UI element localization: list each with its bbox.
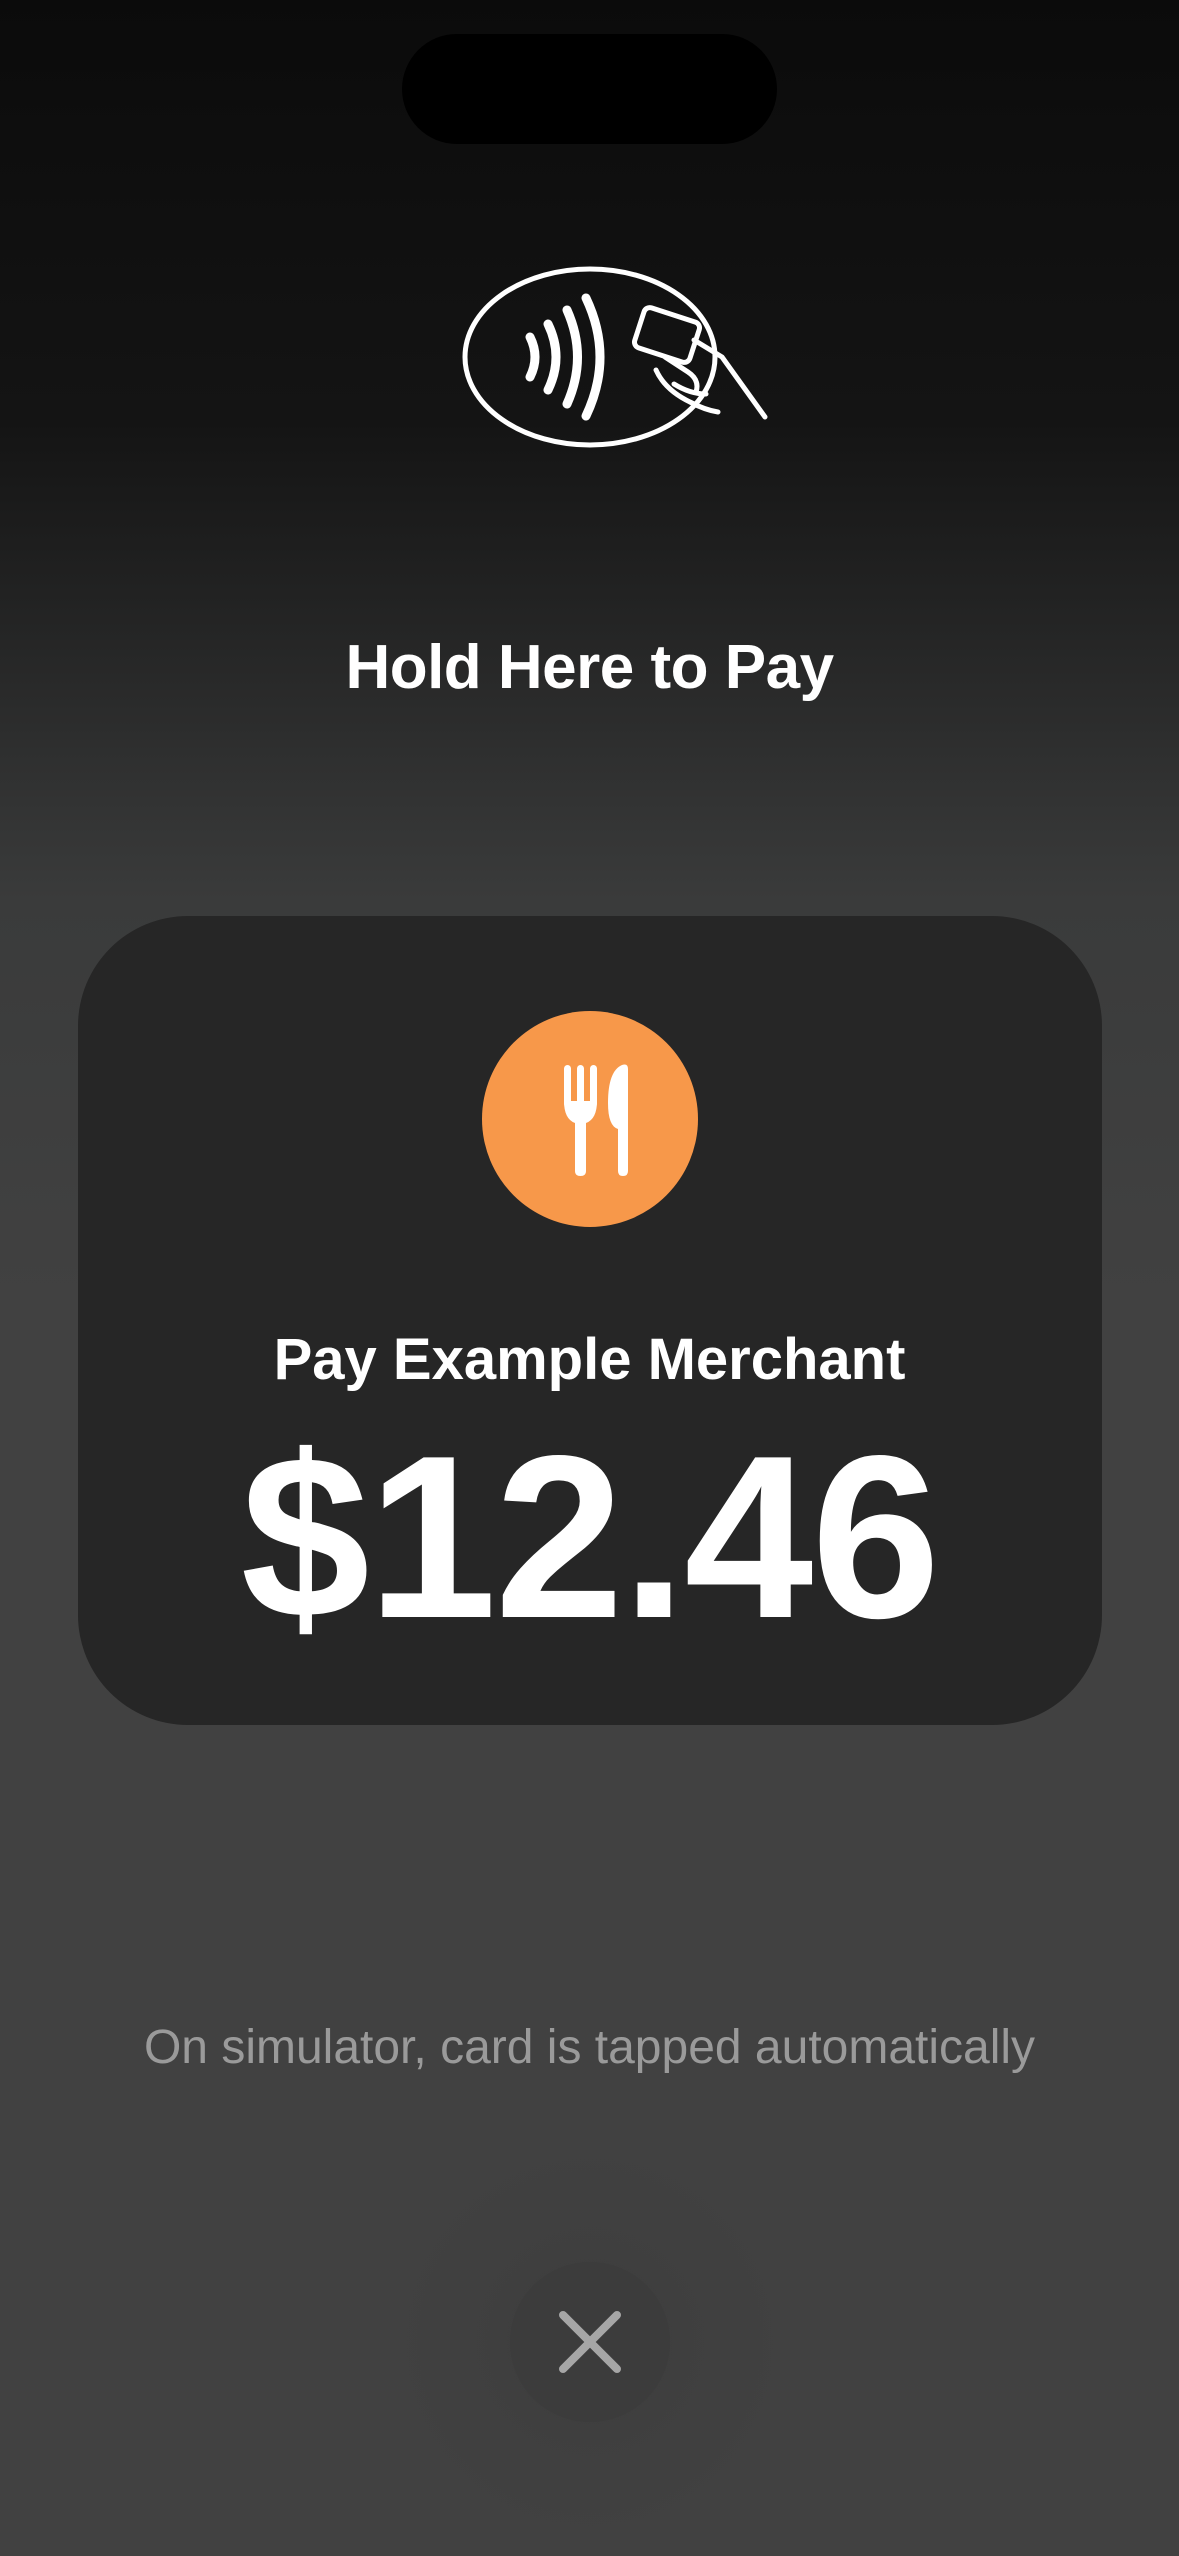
merchant-name: Pay Example Merchant <box>273 1327 906 1392</box>
contactless-tap-icon <box>462 266 768 448</box>
simulator-note: On simulator, card is tapped automatical… <box>143 2021 1036 2074</box>
page-title: Hold Here to Pay <box>345 633 834 702</box>
merchant-logo <box>482 1011 698 1227</box>
payment-amount: $12.46 <box>240 1408 941 1667</box>
close-icon <box>559 2311 621 2373</box>
dynamic-island <box>402 34 777 144</box>
close-button[interactable] <box>510 2262 670 2422</box>
fork-knife-icon <box>564 1064 628 1176</box>
